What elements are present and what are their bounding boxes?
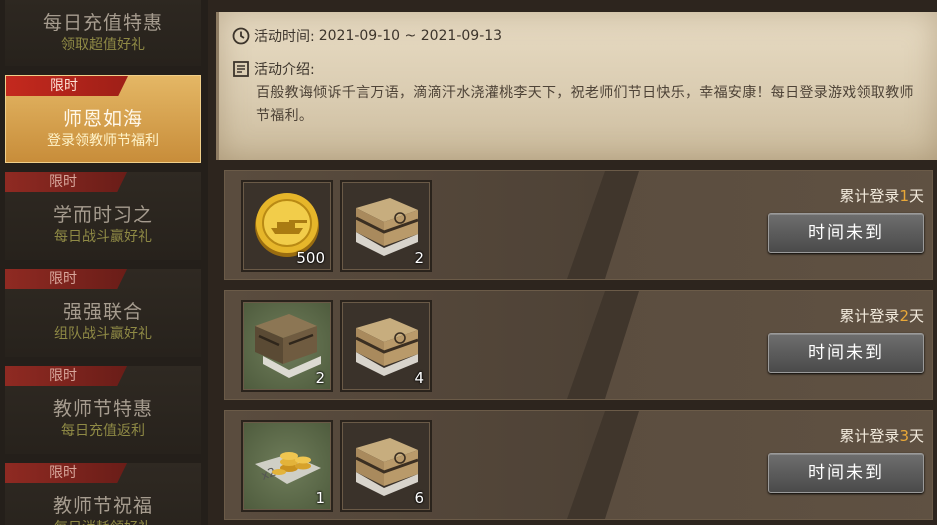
day-label: 累计登录3天 [839, 427, 924, 445]
activity-info-panel: 活动时间: 2021-09-10 ~ 2021-09-13 活动介绍: 百般教诲… [216, 12, 937, 160]
sidebar-item-title: 教师节祝福 [52, 495, 153, 517]
document-icon [233, 61, 249, 77]
reward-item[interactable]: 500 [241, 180, 333, 272]
day-label: 累计登录2天 [839, 307, 924, 325]
item-count: 2 [315, 369, 325, 387]
military-crate-icon [255, 314, 321, 378]
activity-time-label: 活动时间: [254, 29, 315, 45]
sidebar-item-title: 学而时习之 [52, 204, 153, 226]
sidebar-item-title: 强强联合 [62, 301, 143, 323]
activity-sidebar: 每日充值特惠 领取超值好礼 限时 师恩如海 登录领教师节福利 限时 学而时习之 … [0, 0, 208, 525]
reward-row-day-3: x2 1 6 累计登录3天 时间未到 [224, 410, 933, 520]
sidebar-item-teacher-sale[interactable]: 限时 教师节特惠 每日充值返利 [5, 366, 201, 454]
reward-item[interactable]: 2 [340, 180, 432, 272]
activity-intro-row: 活动介绍: [232, 59, 315, 79]
activity-intro-text: 百般教诲倾诉千言万语，滴滴汗水浇灌桃李天下，祝老师们节日快乐，幸福安康！每日登录… [256, 85, 914, 124]
supply-crate-icon [355, 198, 419, 256]
sidebar-item-teacher-grace[interactable]: 限时 师恩如海 登录领教师节福利 [5, 75, 201, 163]
activity-main: 活动时间: 2021-09-10 ~ 2021-09-13 活动介绍: 百般教诲… [208, 0, 937, 525]
limited-tag: 限时 [5, 172, 127, 192]
activity-time-value: 2021-09-10 ~ 2021-09-13 [318, 28, 503, 44]
activity-time-row: 活动时间: 2021-09-10 ~ 2021-09-13 [232, 26, 502, 46]
reward-row-day-2: 2 4 累计登录2天 时间未到 [224, 290, 933, 400]
sidebar-item-team-up[interactable]: 限时 强强联合 组队战斗赢好礼 [5, 269, 201, 357]
item-count: 1 [315, 489, 325, 507]
clock-icon [232, 27, 250, 45]
activity-intro-label: 活动介绍: [254, 62, 315, 78]
sidebar-item-study[interactable]: 限时 学而时习之 每日战斗赢好礼 [5, 172, 201, 260]
sidebar-item-title: 师恩如海 [62, 108, 143, 130]
sidebar-item-title: 教师节特惠 [52, 398, 153, 420]
sidebar-item-subtitle: 每日充值返利 [61, 423, 145, 439]
limited-tag: 限时 [5, 463, 127, 483]
sidebar-item-subtitle: 每日消耗领好礼 [5, 517, 201, 525]
reward-item[interactable]: 2 [241, 300, 333, 392]
sidebar-item-subtitle: 组队战斗赢好礼 [54, 326, 152, 342]
reward-item[interactable]: 4 [340, 300, 432, 392]
item-count: 2 [414, 249, 424, 267]
gold-coin-icon [255, 193, 319, 257]
claim-button[interactable]: 时间未到 [768, 453, 924, 493]
sidebar-item-title: 每日充值特惠 [42, 12, 163, 34]
day-label: 累计登录1天 [839, 187, 924, 205]
item-count: 4 [414, 369, 424, 387]
sidebar-item-teacher-blessing[interactable]: 限时 教师节祝福 每日消耗领好礼 [5, 463, 201, 525]
coin-stack-x2-icon: x2 [255, 452, 321, 484]
limited-tag: 限时 [6, 76, 128, 96]
sidebar-item-subtitle: 领取超值好礼 [61, 37, 145, 53]
limited-tag: 限时 [5, 366, 127, 386]
sidebar-item-subtitle: 登录领教师节福利 [47, 133, 159, 149]
claim-button[interactable]: 时间未到 [768, 333, 924, 373]
claim-button[interactable]: 时间未到 [768, 213, 924, 253]
sidebar-item-subtitle: 每日战斗赢好礼 [54, 229, 152, 245]
item-count: 500 [296, 249, 325, 267]
reward-row-day-1: 500 2 累计登录1天 时间未到 [224, 170, 933, 280]
reward-item[interactable]: 6 [340, 420, 432, 512]
reward-item[interactable]: x2 1 [241, 420, 333, 512]
sidebar-item-daily-recharge[interactable]: 每日充值特惠 领取超值好礼 [5, 0, 201, 66]
supply-crate-icon [355, 318, 419, 376]
supply-crate-icon [355, 438, 419, 496]
limited-tag: 限时 [5, 269, 127, 289]
item-count: 6 [414, 489, 424, 507]
